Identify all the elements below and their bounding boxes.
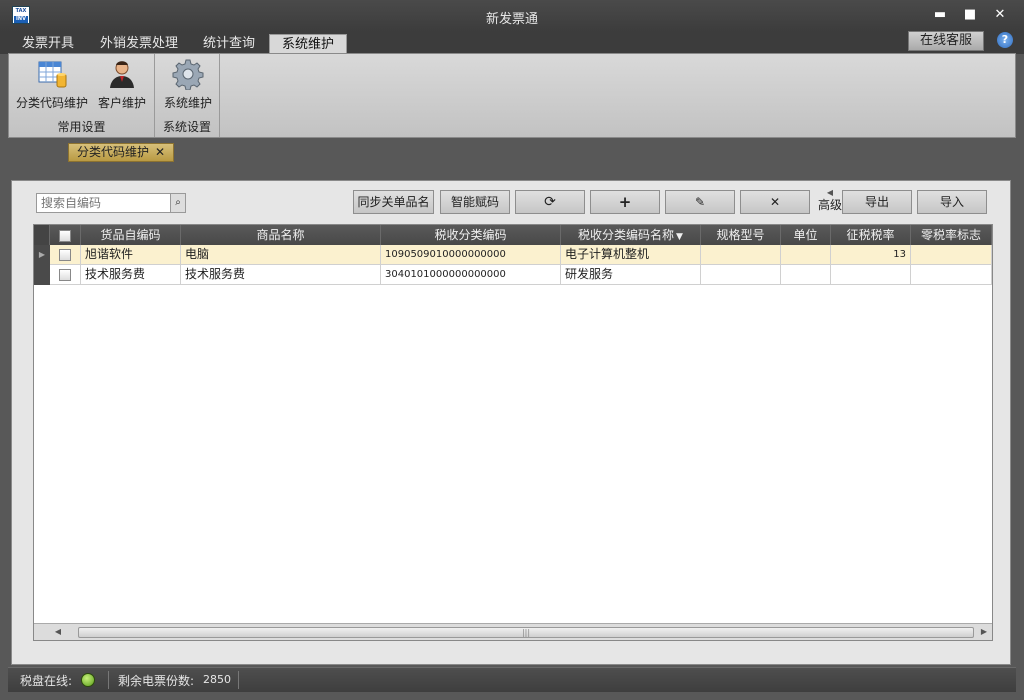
cell-item-code[interactable]: 旭谐软件: [81, 245, 181, 264]
scroll-left-icon[interactable]: ◀: [52, 626, 64, 638]
close-tab-icon[interactable]: ✕: [155, 145, 165, 159]
help-icon[interactable]: ?: [997, 32, 1013, 48]
remaining-invoices-value: 2850: [203, 673, 231, 686]
ribbon-group-label-common: 常用设置: [57, 120, 106, 134]
cell-item-code[interactable]: 技术服务费: [81, 265, 181, 284]
row-indicator-icon: ▶: [34, 245, 50, 265]
cell-zero-rate-flag[interactable]: [911, 245, 992, 264]
document-area: 分类代码维护✕ ⌕ 同步关单品名 智能赋码 ⟳ + ✎ ✕ ◀高级 导出 导入 …: [8, 138, 1016, 666]
title-bar: TAX INV 新发票通 ▬ ■ ✕: [0, 0, 1024, 32]
sync-product-name-button[interactable]: 同步关单品名: [353, 190, 434, 214]
close-button[interactable]: ✕: [990, 6, 1010, 24]
cell-tax-code-name[interactable]: 电子计算机整机: [561, 245, 701, 264]
advanced-toggle[interactable]: ◀ 高级: [816, 187, 844, 211]
add-icon[interactable]: +: [590, 190, 660, 214]
header-unit[interactable]: 单位: [781, 225, 831, 245]
header-item-code[interactable]: 货品自编码: [81, 225, 181, 245]
window-title: 新发票通: [485, 12, 538, 27]
cell-tax-code[interactable]: 1090509010000000000: [381, 245, 561, 264]
row-checkbox-cell[interactable]: [50, 245, 81, 264]
user-icon: [110, 61, 134, 88]
doc-tab-category-code[interactable]: 分类代码维护 ✕: [68, 143, 175, 162]
tab-system-maintenance[interactable]: 系统维护: [269, 34, 348, 54]
status-bar: 税盘在线: 剩余电票份数: 2850: [8, 667, 1016, 692]
cell-spec[interactable]: [701, 265, 781, 284]
disk-status-label: 税盘在线:: [20, 674, 73, 688]
row-indicator-icon: [34, 265, 50, 285]
header-spec[interactable]: 规格型号: [701, 225, 781, 245]
ribbon: 分类代码维护 客户维护 常用设置 系统维护 系统设置: [8, 53, 1016, 138]
minimize-button[interactable]: ▬: [930, 6, 950, 24]
header-product-name[interactable]: 商品名称: [181, 225, 381, 245]
tab-statistics[interactable]: 统计查询: [191, 34, 267, 54]
smart-code-button[interactable]: 智能赋码: [440, 190, 510, 214]
header-zero-rate-flag[interactable]: 零税率标志: [911, 225, 992, 245]
grid-header: 货品自编码 商品名称 税收分类编码 税收分类编码名称 ▼ 规格型号 单位 征税税率…: [34, 225, 992, 245]
scrollbar-thumb[interactable]: |||: [78, 627, 974, 638]
cell-tax-rate[interactable]: [831, 265, 911, 284]
table-row[interactable]: ▶ 旭谐软件 电脑 1090509010000000000 电子计算机整机 13: [34, 245, 992, 265]
status-divider: [238, 671, 239, 689]
cell-unit[interactable]: [781, 245, 831, 264]
cell-product-name[interactable]: 电脑: [181, 245, 381, 264]
header-indicator: [34, 225, 50, 245]
row-checkbox[interactable]: [59, 248, 71, 261]
filter-icon[interactable]: ▼: [676, 232, 683, 242]
maximize-button[interactable]: ■: [960, 6, 980, 24]
scroll-right-icon[interactable]: ▶: [978, 626, 990, 638]
cell-product-name[interactable]: 技术服务费: [181, 265, 381, 284]
cell-tax-code[interactable]: 3040101000000000000: [381, 265, 561, 284]
code-grid: 货品自编码 商品名称 税收分类编码 税收分类编码名称 ▼ 规格型号 单位 征税税率…: [33, 224, 993, 641]
header-tax-code[interactable]: 税收分类编码: [381, 225, 561, 245]
cell-zero-rate-flag[interactable]: [911, 265, 992, 284]
header-tax-rate[interactable]: 征税税率: [831, 225, 911, 245]
search-icon[interactable]: ⌕: [170, 193, 186, 213]
spreadsheet-icon: [38, 61, 67, 88]
disk-online-indicator: [81, 673, 95, 687]
content-panel: ⌕ 同步关单品名 智能赋码 ⟳ + ✎ ✕ ◀高级 导出 导入 货品自编码 商品…: [11, 180, 1011, 665]
cell-tax-rate[interactable]: 13: [831, 245, 911, 264]
header-tax-code-name[interactable]: 税收分类编码名称 ▼: [561, 225, 701, 245]
gear-icon: [172, 59, 204, 90]
cell-spec[interactable]: [701, 245, 781, 264]
horizontal-scrollbar[interactable]: ◀ ||| ▶: [34, 623, 992, 640]
remaining-invoices-label: 剩余电票份数:: [118, 674, 195, 688]
export-button[interactable]: 导出: [842, 190, 912, 214]
table-row[interactable]: 技术服务费 技术服务费 3040101000000000000 研发服务: [34, 265, 992, 285]
ribbon-group-system: 系统维护 系统设置: [155, 54, 220, 137]
online-service-button[interactable]: 在线客服: [908, 31, 984, 51]
select-all-checkbox[interactable]: [59, 229, 71, 242]
ribbon-group-label-system: 系统设置: [162, 120, 211, 134]
system-maintenance-button[interactable]: 系统维护: [159, 58, 217, 111]
tab-export-invoice[interactable]: 外销发票处理: [88, 34, 190, 54]
customer-maintenance-button[interactable]: 客户维护: [93, 58, 151, 111]
category-code-button[interactable]: 分类代码维护: [13, 58, 91, 111]
ribbon-group-common: 分类代码维护 客户维护 常用设置: [9, 54, 155, 137]
status-divider: [108, 671, 109, 689]
tab-invoice-issue[interactable]: 发票开具: [10, 34, 86, 54]
refresh-icon[interactable]: ⟳: [515, 190, 585, 214]
search-input[interactable]: [36, 193, 171, 213]
header-select-all[interactable]: [50, 225, 81, 245]
delete-icon[interactable]: ✕: [740, 190, 810, 214]
cell-unit[interactable]: [781, 265, 831, 284]
menu-bar: 发票开具 外销发票处理 统计查询 系统维护: [0, 32, 1024, 54]
import-button[interactable]: 导入: [917, 190, 987, 214]
edit-icon[interactable]: ✎: [665, 190, 735, 214]
row-checkbox[interactable]: [59, 268, 71, 281]
cell-tax-code-name[interactable]: 研发服务: [561, 265, 701, 284]
row-checkbox-cell[interactable]: [50, 265, 81, 284]
